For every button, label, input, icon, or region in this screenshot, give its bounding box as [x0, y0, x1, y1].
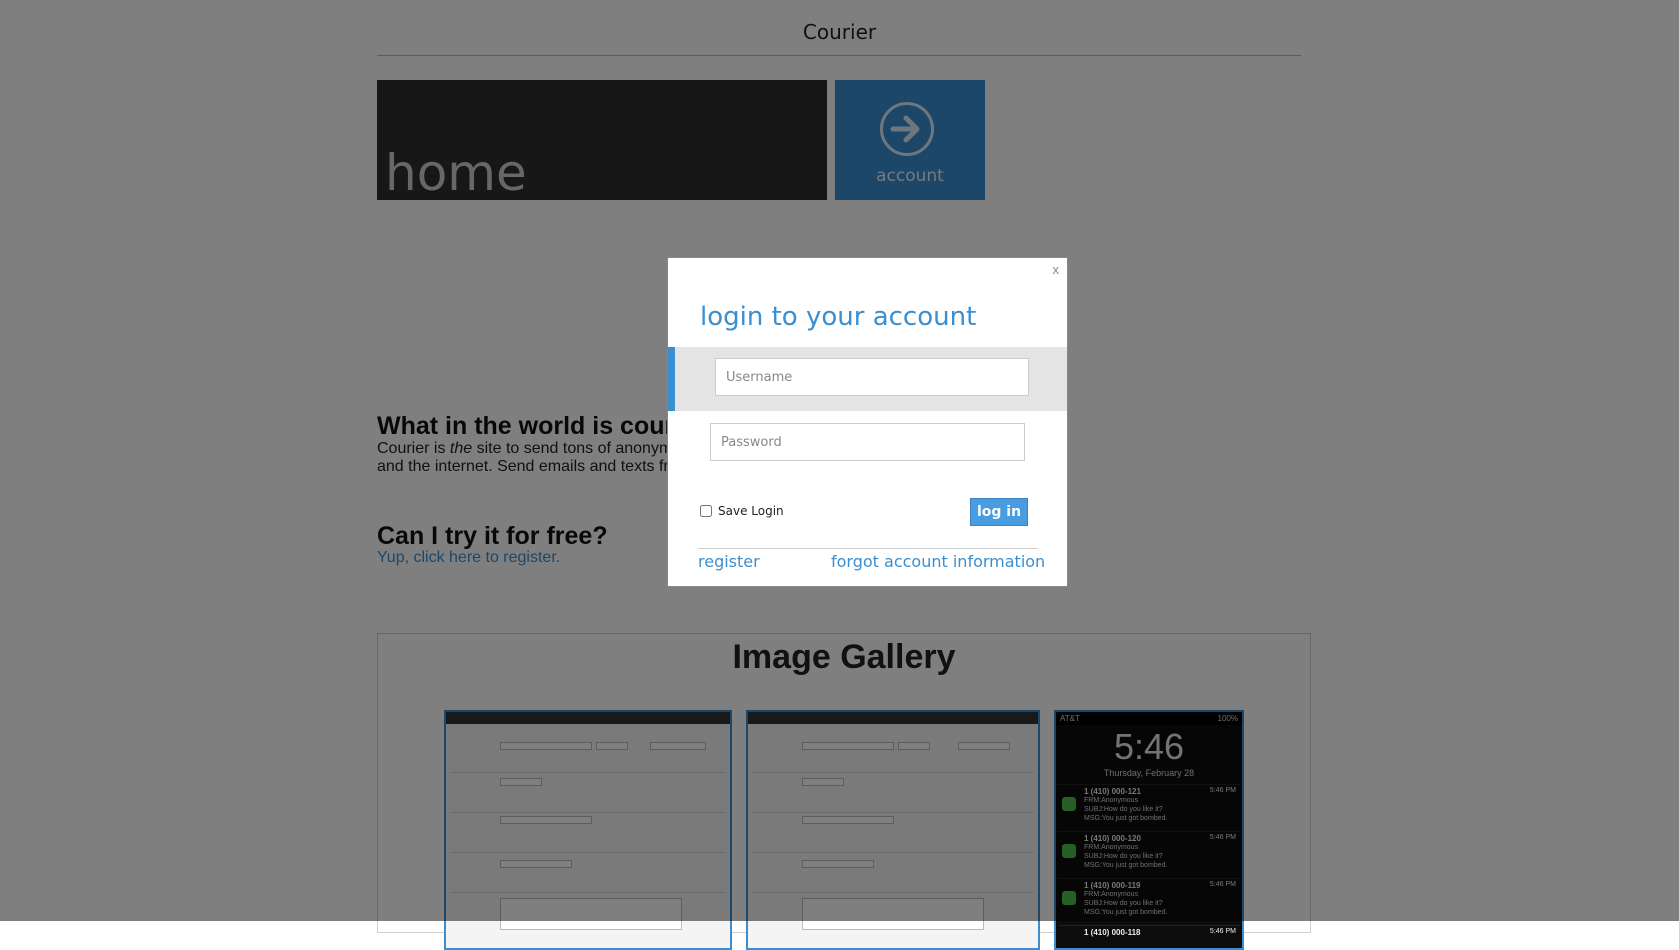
password-input[interactable]	[710, 423, 1025, 461]
modal-divider	[698, 548, 1038, 549]
username-input[interactable]	[715, 358, 1029, 396]
login-modal: x login to your account Save Login log i…	[667, 257, 1068, 587]
active-field-indicator	[668, 347, 675, 411]
username-row	[668, 347, 1067, 411]
close-icon[interactable]: x	[1053, 262, 1060, 277]
phone-message: 1 (410) 000-118 5:46 PM	[1058, 925, 1240, 948]
save-login-option[interactable]: Save Login	[700, 504, 784, 518]
login-button[interactable]: log in	[970, 498, 1028, 526]
save-login-checkbox[interactable]	[700, 505, 712, 517]
forgot-account-link[interactable]: forgot account information	[831, 552, 1045, 571]
modal-title: login to your account	[700, 302, 977, 332]
save-login-label: Save Login	[718, 504, 784, 518]
register-link[interactable]: register	[698, 552, 760, 571]
